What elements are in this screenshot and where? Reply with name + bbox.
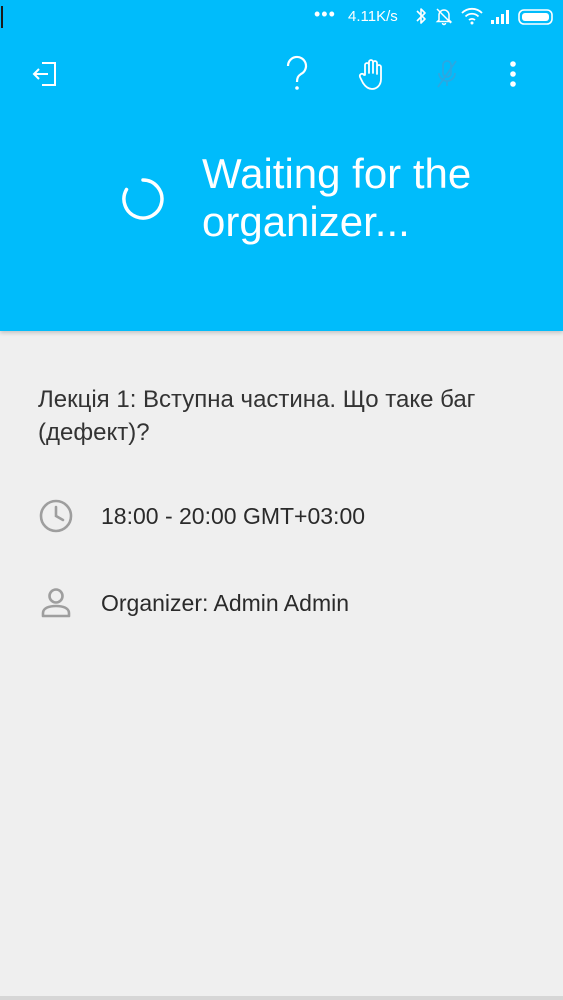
status-bar: ••• 4.11K/s <box>0 0 563 33</box>
exit-icon <box>30 59 60 94</box>
waiting-message: Waiting for the organizer... <box>202 150 472 245</box>
microphone-button[interactable] <box>423 52 471 100</box>
alarm-off-icon <box>434 6 454 30</box>
loading-spinner <box>120 176 166 222</box>
meeting-screen: ••• 4.11K/s Waiting for the organizer...… <box>0 0 563 1000</box>
waiting-header: ••• 4.11K/s Waiting for the organizer... <box>0 0 563 331</box>
mic-off-icon <box>432 57 462 96</box>
leave-button[interactable] <box>21 52 69 100</box>
clock-icon <box>38 498 74 534</box>
bottom-divider <box>0 996 563 1000</box>
more-vert-icon <box>508 59 518 94</box>
raise-hand-button[interactable] <box>348 52 396 100</box>
bluetooth-icon <box>414 6 428 30</box>
person-icon <box>38 585 74 621</box>
help-button[interactable] <box>273 52 321 100</box>
wifi-icon <box>460 6 484 30</box>
help-icon <box>282 55 312 98</box>
network-speed: 4.11K/s <box>348 8 398 25</box>
status-dots: ••• <box>314 4 336 24</box>
event-title: Лекція 1: Вступна частина. Що таке баг (… <box>38 386 476 446</box>
signal-icon <box>489 6 513 30</box>
more-options-button[interactable] <box>489 52 537 100</box>
status-left-mark <box>1 6 3 28</box>
raise-hand-icon <box>357 57 387 96</box>
event-time: 18:00 - 20:00 GMT+03:00 <box>101 503 366 529</box>
event-organizer: Organizer: Admin Admin <box>101 590 350 616</box>
battery-icon <box>518 8 556 30</box>
